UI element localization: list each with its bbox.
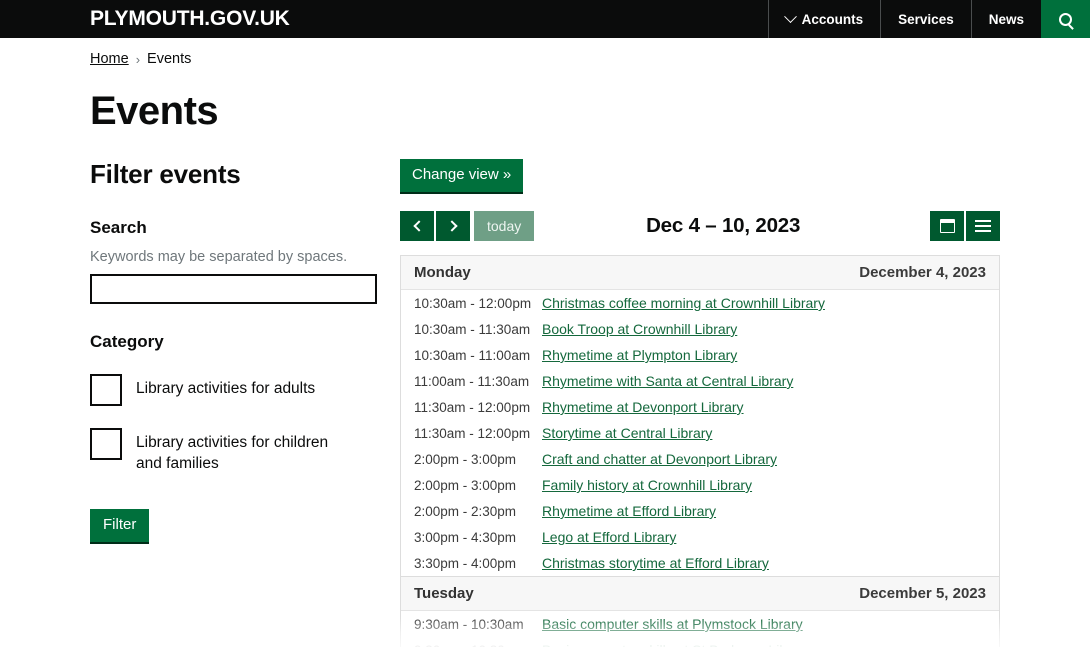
event-link[interactable]: Rhymetime with Santa at Central Library [542,373,793,389]
event-link[interactable]: Basic computer skills at Plymstock Libra… [542,616,803,632]
content-columns: Filter events Search Keywords may be sep… [90,159,1000,647]
event-link[interactable]: Book Troop at Crownhill Library [542,321,737,337]
event-row: 9:30am - 10:30amBasic computer skills at… [401,637,999,647]
month-view-button[interactable] [930,211,964,241]
search-icon [1059,12,1072,26]
chevron-right-icon [445,220,458,232]
event-row: 10:30am - 11:30am Book Troop at Crownhill… [401,316,999,342]
event-row: 11:00am - 11:30am Rhymetime with Santa at… [401,368,999,394]
event-time: 2:00pm - 2:30pm [414,504,517,519]
day-date: December 5, 2023 [859,585,986,602]
checkbox-box-icon[interactable] [90,374,122,406]
event-link[interactable]: Rhymetime at Plympton Library [542,347,737,363]
event-row: 2:00pm - 2:30pm Rhymetime at Efford Libra… [401,498,999,524]
checkbox-label: Library activities for adults [136,380,316,397]
calendar-toolbar: today Dec 4 – 10, 2023 [400,211,1000,241]
event-row: 2:00pm - 3:00pm Craft and chatter at Devo… [401,446,999,472]
calendar-range-title: Dec 4 – 10, 2023 [646,214,801,237]
event-time: 2:00pm - 3:00pm [414,478,517,493]
checkbox-label: Library activities for children and fami… [136,434,329,472]
search-field-hint: Keywords may be separated by spaces. [90,249,348,265]
list-icon [975,220,991,232]
search-input[interactable] [90,274,377,304]
event-link[interactable]: Lego at Efford Library [542,529,676,545]
event-time: 3:30pm - 4:00pm [414,556,517,571]
event-time: 2:00pm - 3:00pm [414,452,517,467]
day-date: December 4, 2023 [859,264,986,281]
nav-item-news[interactable]: News [970,0,1041,38]
chevron-left-icon [412,220,425,232]
calendar-prev-button[interactable] [400,211,434,241]
page-title: Events [90,89,219,133]
event-row: 9:30am - 10:30am Basic computer skills at… [401,611,999,637]
event-link[interactable]: Craft and chatter at Devonport Library [542,451,777,467]
event-link[interactable]: Christmas coffee morning at Crownhill Li… [542,295,825,311]
event-time: 9:30am - 10:30am [414,617,524,632]
event-link[interactable]: Family history at Crownhill Library [542,477,752,493]
event-row: 2:00pm - 3:00pm Family history at Crownhi… [401,472,999,498]
breadcrumb-home-link[interactable]: Home [90,51,129,67]
calendar-panel: Change view » today Dec 4 – 10, 2023 Mon… [400,159,1000,647]
calendar-icon [939,219,955,233]
event-link[interactable]: Storytime at Central Library [542,425,712,441]
checkbox-library-activities-children[interactable]: Library activities for children and fami… [90,428,390,475]
event-time: 11:30am - 12:00pm [414,400,531,415]
nav-item-accounts[interactable]: Accounts [767,0,881,38]
event-row: 11:30am - 12:00pm Storytime at Central Li… [401,420,999,446]
event-time: 3:00pm - 4:30pm [414,530,517,545]
nav-item-accounts-label: Accounts [801,11,864,27]
calendar-view-group [930,211,1000,241]
event-link[interactable]: Basic computer skills at St Budeaux Libr… [542,642,811,647]
event-row: 10:30am - 11:00am Rhymetime at Plympton L… [401,342,999,368]
filter-panel: Filter events Search Keywords may be sep… [90,159,390,544]
filter-submit-button[interactable]: Filter [90,508,150,544]
checkbox-library-activities-adults[interactable]: Library activities for adults [90,374,390,406]
event-row: 11:30am - 12:00pm Rhymetime at Devonport … [401,394,999,420]
calendar-next-button[interactable] [436,211,470,241]
list-view-button[interactable] [966,211,1000,241]
event-row: 3:00pm - 4:30pm Lego at Efford Library [401,524,999,550]
event-time: 10:30am - 12:00pm [414,296,532,311]
event-time: 10:30am - 11:00am [414,348,531,363]
events-table: Monday December 4, 2023 10:30am - 12:00pm C… [400,255,1000,647]
calendar-today-button[interactable]: today [474,211,535,241]
nav-item-news-label: News [988,11,1024,27]
chevron-down-icon [783,9,797,23]
site-logo[interactable]: PLYMOUTH.GOV.UK [0,0,290,38]
day-name: Monday [414,264,471,281]
event-link[interactable]: Rhymetime at Efford Library [542,503,716,519]
event-link[interactable]: Christmas storytime at Efford Library [542,555,769,571]
header-search-button[interactable] [1041,0,1090,38]
event-time: 9:30am - 10:30am [414,643,542,647]
day-header: Monday December 4, 2023 [401,256,999,290]
day-header: Tuesday December 5, 2023 [401,576,999,611]
search-field-label: Search [90,218,147,237]
event-time: 11:00am - 11:30am [414,374,530,389]
event-time: 11:30am - 12:00pm [414,426,531,441]
breadcrumb: Home › Events [90,38,1000,67]
filter-panel-heading: Filter events [90,159,241,189]
checkbox-box-icon[interactable] [90,428,122,460]
day-name: Tuesday [414,585,474,602]
header-navigation: Accounts Services News [767,0,1090,38]
nav-item-services[interactable]: Services [880,0,971,38]
calendar-nav-group: today [400,211,535,241]
change-view-button[interactable]: Change view » [400,159,524,194]
site-header: PLYMOUTH.GOV.UK Accounts Services News [0,0,1090,38]
breadcrumb-separator-icon: › [135,51,141,67]
event-link[interactable]: Rhymetime at Devonport Library [542,399,744,415]
event-row: 10:30am - 12:00pm Christmas coffee mornin… [401,290,999,316]
breadcrumb-current: Events [147,51,192,67]
page-body: Home › Events Events Filter events Searc… [0,38,1090,647]
event-time: 10:30am - 11:30am [414,322,531,337]
nav-item-services-label: Services [898,11,954,27]
event-row: 3:30pm - 4:00pm Christmas storytime at Ef… [401,550,999,576]
category-field-label: Category [90,332,164,351]
